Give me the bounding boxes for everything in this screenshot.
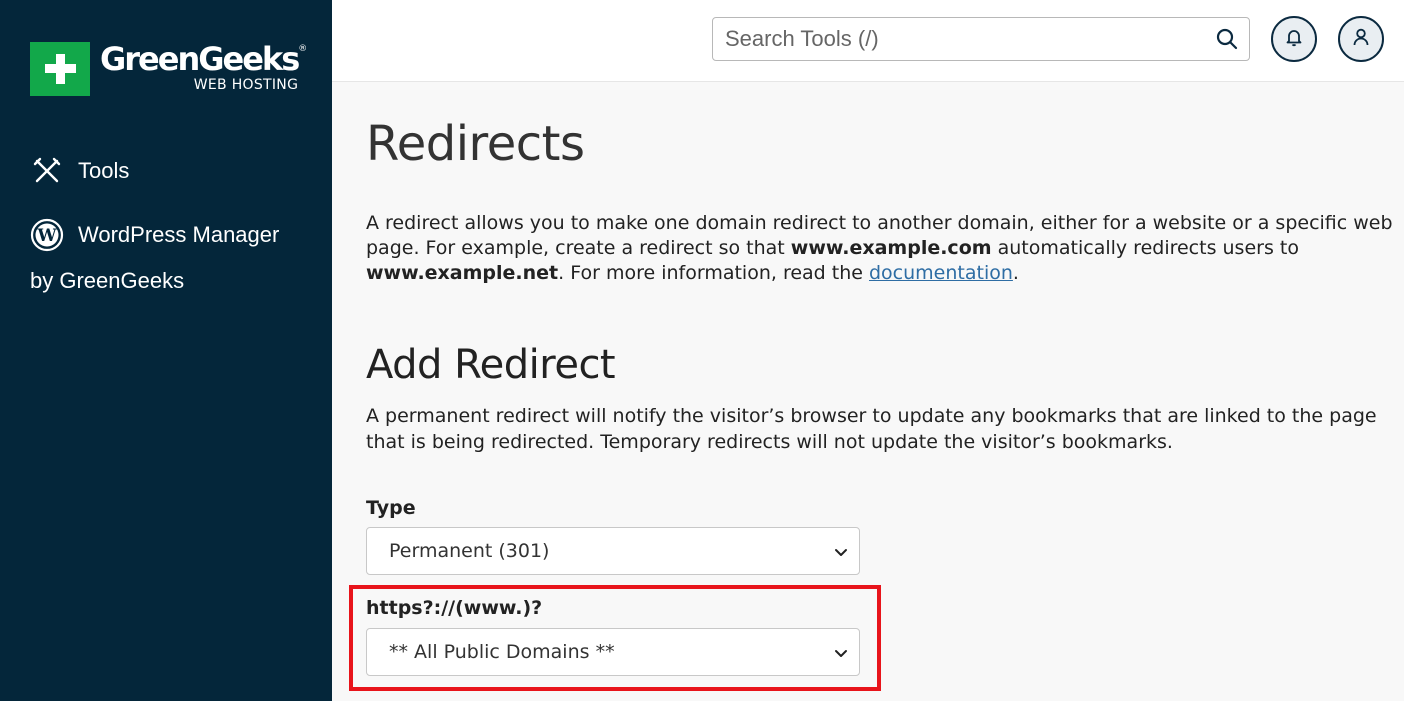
wordpress-icon: W <box>30 218 64 252</box>
documentation-link[interactable]: documentation <box>869 262 1013 284</box>
sidebar-item-wordpress-manager[interactable]: W WordPress Manager <box>30 218 279 252</box>
user-icon <box>1351 27 1371 52</box>
domain-select-value: ** All Public Domains ** <box>389 641 615 663</box>
sidebar: GreenGeeks ® WEB HOSTING Tools W WordPres… <box>0 0 332 701</box>
example-domain-source: www.example.com <box>790 237 992 259</box>
sidebar-item-tools[interactable]: Tools <box>30 154 129 188</box>
chevron-down-icon <box>833 644 849 660</box>
domain-select[interactable]: ** All Public Domains ** <box>366 628 860 676</box>
chevron-down-icon <box>833 543 849 559</box>
svg-text:W: W <box>36 226 57 246</box>
domain-label: https?://(www.)? <box>366 597 543 619</box>
logo-subtitle: WEB HOSTING <box>193 77 299 93</box>
sidebar-item-sublabel[interactable]: by GreenGeeks <box>30 268 184 294</box>
search-input[interactable] <box>713 26 1193 52</box>
page-title: Redirects <box>366 116 585 172</box>
search-box[interactable] <box>712 17 1250 61</box>
type-label: Type <box>366 497 416 519</box>
logo-plus-icon <box>30 42 90 96</box>
intro-text: A redirect allows you to make one domain… <box>366 212 1393 284</box>
notifications-button[interactable] <box>1271 16 1317 62</box>
sidebar-item-label: WordPress Manager <box>78 222 280 247</box>
type-select[interactable]: Permanent (301) <box>366 527 860 575</box>
tools-icon <box>30 154 64 188</box>
bell-icon <box>1284 27 1304 52</box>
section-description: A permanent redirect will notify the vis… <box>366 405 1377 453</box>
topbar <box>332 0 1404 82</box>
user-menu-button[interactable] <box>1338 16 1384 62</box>
greengeeks-logo[interactable]: GreenGeeks ® WEB HOSTING <box>30 40 308 96</box>
example-domain-target: www.example.net <box>366 262 559 284</box>
section-title: Add Redirect <box>366 342 616 388</box>
sidebar-item-label: Tools <box>78 158 130 183</box>
logo-name: GreenGeeks ® <box>100 40 308 78</box>
search-icon[interactable] <box>1215 27 1239 51</box>
type-select-value: Permanent (301) <box>389 540 550 562</box>
